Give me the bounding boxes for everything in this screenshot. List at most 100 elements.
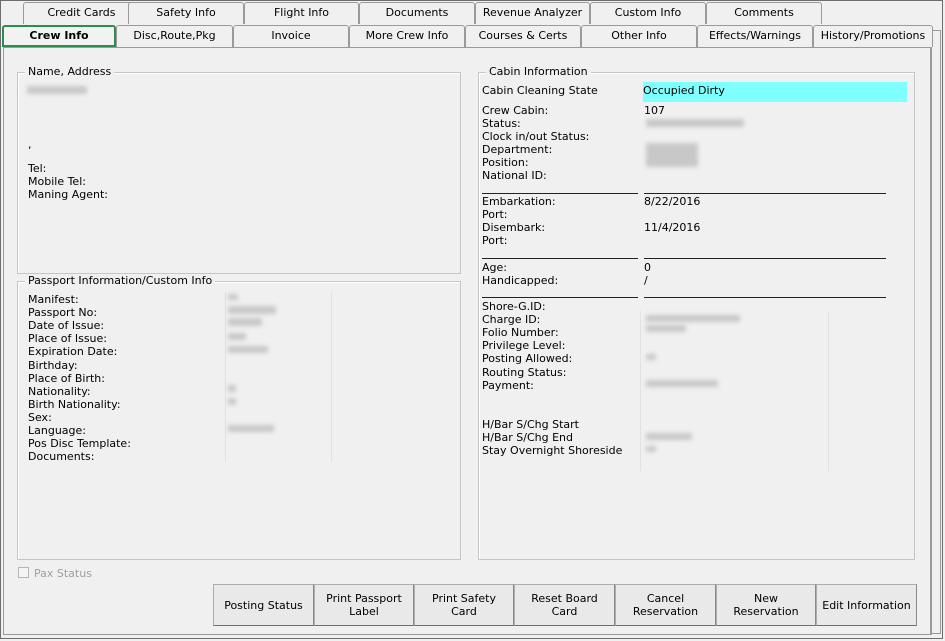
- cabin-field-label: National ID:: [482, 169, 547, 182]
- redacted-birth-nationality: [228, 398, 236, 405]
- cancel-reservation-button[interactable]: Cancel Reservation: [615, 584, 716, 626]
- tab-credit-cards[interactable]: Credit Cards: [23, 2, 140, 24]
- tab-revenue-analyzer[interactable]: Revenue Analyzer: [475, 2, 590, 24]
- account-field-label: Charge ID:: [482, 313, 541, 327]
- print-safety-card-button[interactable]: Print Safety Card: [414, 584, 514, 626]
- posting-status-button[interactable]: Posting Status: [213, 584, 314, 626]
- separator-line: [644, 258, 886, 259]
- embarkation-value: 8/22/2016: [644, 195, 701, 208]
- cabin-field-label: Status:: [482, 117, 521, 130]
- print-passport-label-button[interactable]: Print Passport Label: [314, 584, 414, 626]
- passport-field-label: Expiration Date:: [28, 345, 118, 359]
- redacted-hbar-end: [646, 433, 692, 440]
- mobile-tel-label: Mobile Tel:: [28, 175, 86, 188]
- tab-crew-info[interactable]: Crew Info: [2, 25, 116, 47]
- passport-field-label: Manifest:: [28, 293, 79, 306]
- passport-title: Passport Information/Custom Info: [25, 274, 216, 288]
- reset-board-card-button[interactable]: Reset Board Card: [514, 584, 615, 626]
- account-field-label: Posting Allowed:: [482, 352, 573, 366]
- tab-invoice[interactable]: Invoice: [233, 25, 349, 47]
- passport-field-label: Pos Disc Template:: [28, 437, 131, 451]
- cabin-cleaning-state-label: Cabin Cleaning State: [482, 84, 598, 97]
- passport-field-label: Place of Birth:: [28, 371, 105, 385]
- redacted-stay-overnight: [646, 446, 656, 452]
- redacted-department-position: [646, 143, 698, 167]
- cabin-value-column-edge: [640, 311, 641, 471]
- pax-status-label: Pax Status: [34, 567, 92, 580]
- separator-line: [644, 297, 886, 298]
- disembark-value: 11/4/2016: [644, 221, 701, 234]
- account-field-label: Routing Status:: [482, 365, 567, 379]
- travel-field-label: Disembark:: [482, 221, 546, 234]
- redacted-date-of-issue: [228, 318, 262, 326]
- redacted-status: [646, 119, 744, 127]
- edit-information-button[interactable]: Edit Information: [816, 584, 917, 626]
- handicapped-value: /: [644, 274, 648, 287]
- cabin-field-label: Department:: [482, 143, 553, 156]
- separator-line: [482, 258, 638, 259]
- personal-field-label: Age:: [482, 261, 507, 274]
- passport-field-label: Nationality:: [28, 384, 91, 398]
- tab-more-crew-info[interactable]: More Crew Info: [349, 25, 465, 47]
- separator-line: [482, 193, 638, 194]
- separator-line: [644, 193, 886, 194]
- redacted-charge-id: [646, 315, 740, 322]
- tab-disc-route-pkg[interactable]: Disc,Route,Pkg: [116, 25, 233, 47]
- personal-field-label: Handicapped:: [482, 274, 559, 287]
- hbar-field-label: H/Bar S/Chg Start: [482, 418, 579, 431]
- address-comma: ,: [28, 138, 32, 151]
- account-field-label: Folio Number:: [482, 326, 559, 340]
- maning-agent-label: Maning Agent:: [28, 188, 108, 201]
- tab-documents[interactable]: Documents: [359, 2, 475, 24]
- redacted-payment: [646, 380, 718, 387]
- crew-cabin-value: 107: [644, 104, 665, 117]
- pax-status-checkbox[interactable]: [18, 567, 29, 578]
- new-reservation-button[interactable]: New Reservation: [716, 584, 816, 626]
- redacted-name: [27, 86, 87, 94]
- account-field-label: Payment:: [482, 378, 534, 392]
- cabin-field-label: Position:: [482, 156, 529, 169]
- hbar-field-label: Stay Overnight Shoreside: [482, 444, 623, 457]
- cabin-value-column-edge-right: [828, 311, 829, 471]
- account-field-label: Privilege Level:: [482, 339, 566, 353]
- tab-comments[interactable]: Comments: [706, 2, 822, 24]
- redacted-passport-no: [228, 306, 276, 314]
- tab-other-info[interactable]: Other Info: [581, 25, 697, 47]
- tab-panel-edge: [932, 30, 941, 634]
- cabin-field-label: Crew Cabin:: [482, 104, 549, 117]
- redacted-language: [228, 425, 274, 432]
- passport-value-column-edge-right: [331, 292, 332, 462]
- name-address-group: Name, Address: [17, 65, 461, 274]
- tab-flight-info[interactable]: Flight Info: [244, 2, 359, 24]
- travel-field-label: Port:: [482, 208, 508, 221]
- tab-custom-info[interactable]: Custom Info: [590, 2, 706, 24]
- account-field-label: Shore-G.ID:: [482, 300, 546, 313]
- travel-field-label: Port:: [482, 234, 508, 247]
- passport-field-label: Language:: [28, 424, 86, 437]
- tab-effects-warnings[interactable]: Effects/Warnings: [697, 25, 813, 47]
- name-address-title: Name, Address: [25, 65, 115, 79]
- separator-line: [482, 297, 638, 298]
- passport-value-column-edge: [225, 292, 226, 462]
- passport-field-label: Sex:: [28, 410, 52, 424]
- redacted-nationality: [228, 385, 236, 392]
- passport-field-label: Birth Nationality:: [28, 397, 121, 411]
- tab-safety-info[interactable]: Safety Info: [128, 2, 244, 24]
- travel-field-label: Embarkation:: [482, 195, 556, 208]
- cabin-field-label: Clock in/out Status:: [482, 130, 590, 143]
- passport-field-label: Birthday:: [28, 358, 78, 372]
- redacted-place-of-issue: [228, 333, 246, 340]
- passport-field-label: Passport No:: [28, 306, 98, 320]
- hbar-field-label: H/Bar S/Chg End: [482, 431, 574, 444]
- tab-courses-certs[interactable]: Courses & Certs: [465, 25, 581, 47]
- redacted-manifest: [228, 294, 238, 300]
- redacted-posting-allowed: [646, 354, 656, 360]
- tab-history-promotions[interactable]: History/Promotions: [813, 25, 933, 47]
- redacted-folio-number: [646, 325, 686, 332]
- cabin-cleaning-state-value: Occupied Dirty: [643, 84, 725, 97]
- passport-field-label: Place of Issue:: [28, 332, 107, 346]
- tel-label: Tel:: [28, 162, 47, 175]
- cabin-info-title: Cabin Information: [486, 65, 591, 79]
- age-value: 0: [644, 261, 651, 274]
- redacted-expiration-date: [228, 346, 268, 353]
